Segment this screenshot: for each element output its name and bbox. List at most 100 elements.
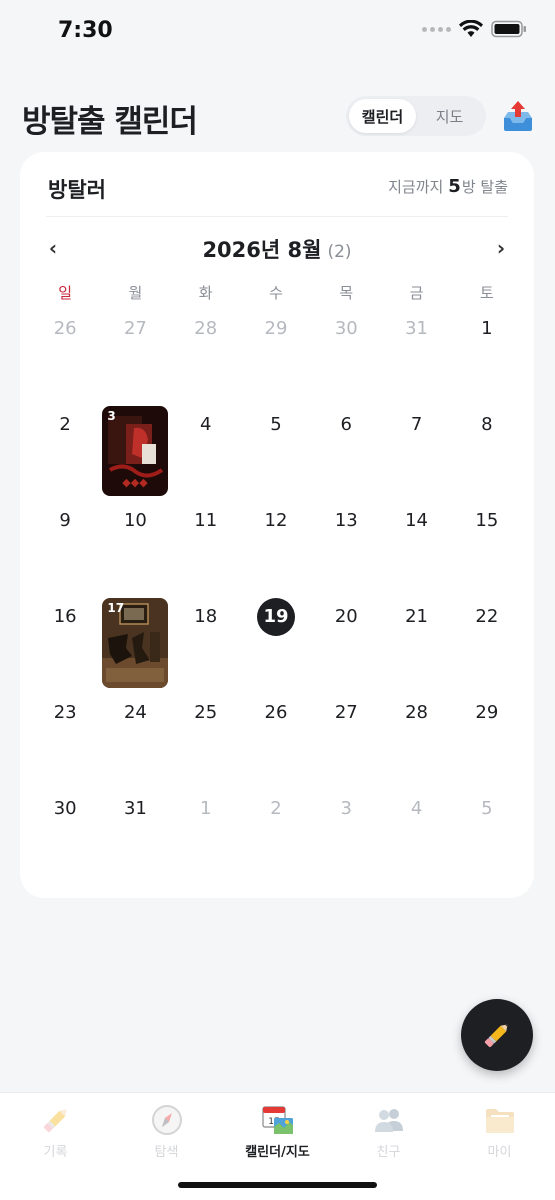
day-number: 11 [194, 510, 218, 531]
month-title: 2026년 8월 (2) [20, 234, 534, 264]
calendar-day[interactable]: 14 [381, 504, 451, 600]
tab-label: 기록 [43, 1145, 68, 1160]
day-number: 27 [334, 702, 358, 723]
calendar-day[interactable]: ◆◆◆ 3 [100, 406, 170, 504]
escape-room-poster[interactable]: ◆◆◆ 3 [102, 406, 169, 496]
calendar-day-today[interactable]: 19 [241, 598, 311, 696]
calendar-day[interactable]: 2 [30, 408, 100, 504]
calendar-day[interactable]: 10 [100, 504, 170, 600]
calendar-day[interactable]: 5 [241, 408, 311, 504]
poster-day-number: 3 [107, 409, 116, 423]
escape-room-poster[interactable]: 17 [102, 598, 169, 688]
day-number: 26 [264, 702, 288, 723]
day-number: 12 [264, 510, 288, 531]
calendar-day[interactable]: 4 [171, 408, 241, 504]
calendar-day[interactable]: 23 [30, 696, 100, 792]
calendar-day[interactable]: 11 [171, 504, 241, 600]
pencil-icon [484, 1024, 508, 1048]
day-number: 16 [53, 606, 77, 627]
calendar-day[interactable]: 12 [241, 504, 311, 600]
calendar-day[interactable]: 4 [381, 792, 451, 888]
tab-record[interactable]: 기록 [0, 1093, 111, 1200]
calendar-day[interactable]: 7 [381, 408, 451, 504]
day-number: 30 [334, 318, 358, 339]
divider [46, 216, 508, 217]
day-number: 20 [334, 606, 358, 627]
calendar-day[interactable]: 2 [241, 792, 311, 888]
tab-my[interactable]: 마이 [444, 1093, 555, 1200]
calendar-day[interactable]: 6 [311, 408, 381, 504]
weekday-fri: 금 [409, 284, 424, 302]
wifi-icon [459, 20, 483, 37]
weekday-thu: 목 [339, 284, 354, 302]
calendar-day[interactable]: 1 [171, 792, 241, 888]
calendar-day[interactable]: 27 [311, 696, 381, 792]
calendar-day[interactable]: 21 [381, 600, 451, 696]
calendar-day[interactable]: 5 [452, 792, 522, 888]
next-month-button[interactable]: › [486, 232, 516, 264]
calendar-day[interactable]: 18 [171, 600, 241, 696]
day-number: 5 [481, 798, 493, 819]
day-number: 6 [340, 414, 352, 435]
write-record-button[interactable] [461, 999, 533, 1071]
calendar-day[interactable]: 20 [311, 600, 381, 696]
calendar-day[interactable]: 17 [100, 598, 170, 696]
day-number: 4 [199, 414, 212, 435]
view-toggle: 캘린더 지도 [346, 96, 486, 136]
calendar-day[interactable]: 16 [30, 600, 100, 696]
day-number: 31 [123, 798, 147, 819]
tab-label: 탐색 [154, 1145, 179, 1160]
calendar-day[interactable]: 31 [100, 792, 170, 888]
status-bar: 7:30 [0, 0, 555, 60]
calendar-day[interactable]: 29 [452, 696, 522, 792]
home-indicator [178, 1182, 377, 1188]
calendar-day[interactable]: 9 [30, 504, 100, 600]
calendar-day[interactable]: 24 [100, 696, 170, 792]
calendar-day[interactable]: 27 [100, 312, 170, 408]
weekday-sat: 토 [479, 284, 494, 302]
calendar-day[interactable]: 22 [452, 600, 522, 696]
escape-summary: 지금까지 5 방 탈출 [388, 176, 508, 197]
day-number: 25 [194, 702, 218, 723]
calendar-day[interactable]: 1 [452, 312, 522, 408]
tab-label: 캘린더/지도 [245, 1145, 310, 1160]
tab-label: 친구 [376, 1145, 401, 1160]
calendar-day[interactable]: 26 [241, 696, 311, 792]
summary-suffix: 방 탈출 [461, 178, 508, 196]
day-number: 2 [59, 414, 71, 435]
day-number: 19 [256, 598, 295, 636]
calendar-day[interactable]: 28 [381, 696, 451, 792]
calendar-day[interactable]: 30 [311, 312, 381, 408]
weekday-tue: 화 [198, 284, 213, 302]
day-number: 10 [123, 510, 147, 531]
friends-icon [374, 1109, 403, 1132]
battery-icon [491, 20, 526, 38]
calendar-day[interactable]: 31 [381, 312, 451, 408]
month-count: (2) [327, 242, 352, 262]
calendar-day[interactable]: 30 [30, 792, 100, 888]
compass-icon [151, 1105, 182, 1135]
month-label: 2026년 8월 [202, 238, 322, 262]
day-number: 29 [475, 702, 499, 723]
calendar-day[interactable]: 13 [311, 504, 381, 600]
day-number: 9 [59, 510, 71, 531]
upload-inbox-icon [504, 101, 532, 131]
tab-calendar[interactable]: 캘린더 [349, 99, 416, 133]
share-button[interactable] [500, 98, 536, 134]
calendar-day[interactable]: 3 [311, 792, 381, 888]
day-number: 2 [270, 798, 282, 819]
calendar-day[interactable]: 8 [452, 408, 522, 504]
month-navigation: ‹ 2026년 8월 (2) › [20, 232, 534, 264]
tab-map[interactable]: 지도 [416, 99, 483, 133]
weekday-sun: 일 [58, 284, 73, 302]
day-number: 31 [405, 318, 429, 339]
calendar-day[interactable]: 25 [171, 696, 241, 792]
calendar-day[interactable]: 15 [452, 504, 522, 600]
calendar-day[interactable]: 28 [171, 312, 241, 408]
svg-text:◆◆◆: ◆◆◆ [123, 476, 149, 489]
calendar-day[interactable]: 29 [241, 312, 311, 408]
calendar-day[interactable]: 26 [30, 312, 100, 408]
summary-prefix: 지금까지 [388, 178, 444, 196]
day-number: 18 [194, 606, 218, 627]
day-number: 15 [475, 510, 499, 531]
